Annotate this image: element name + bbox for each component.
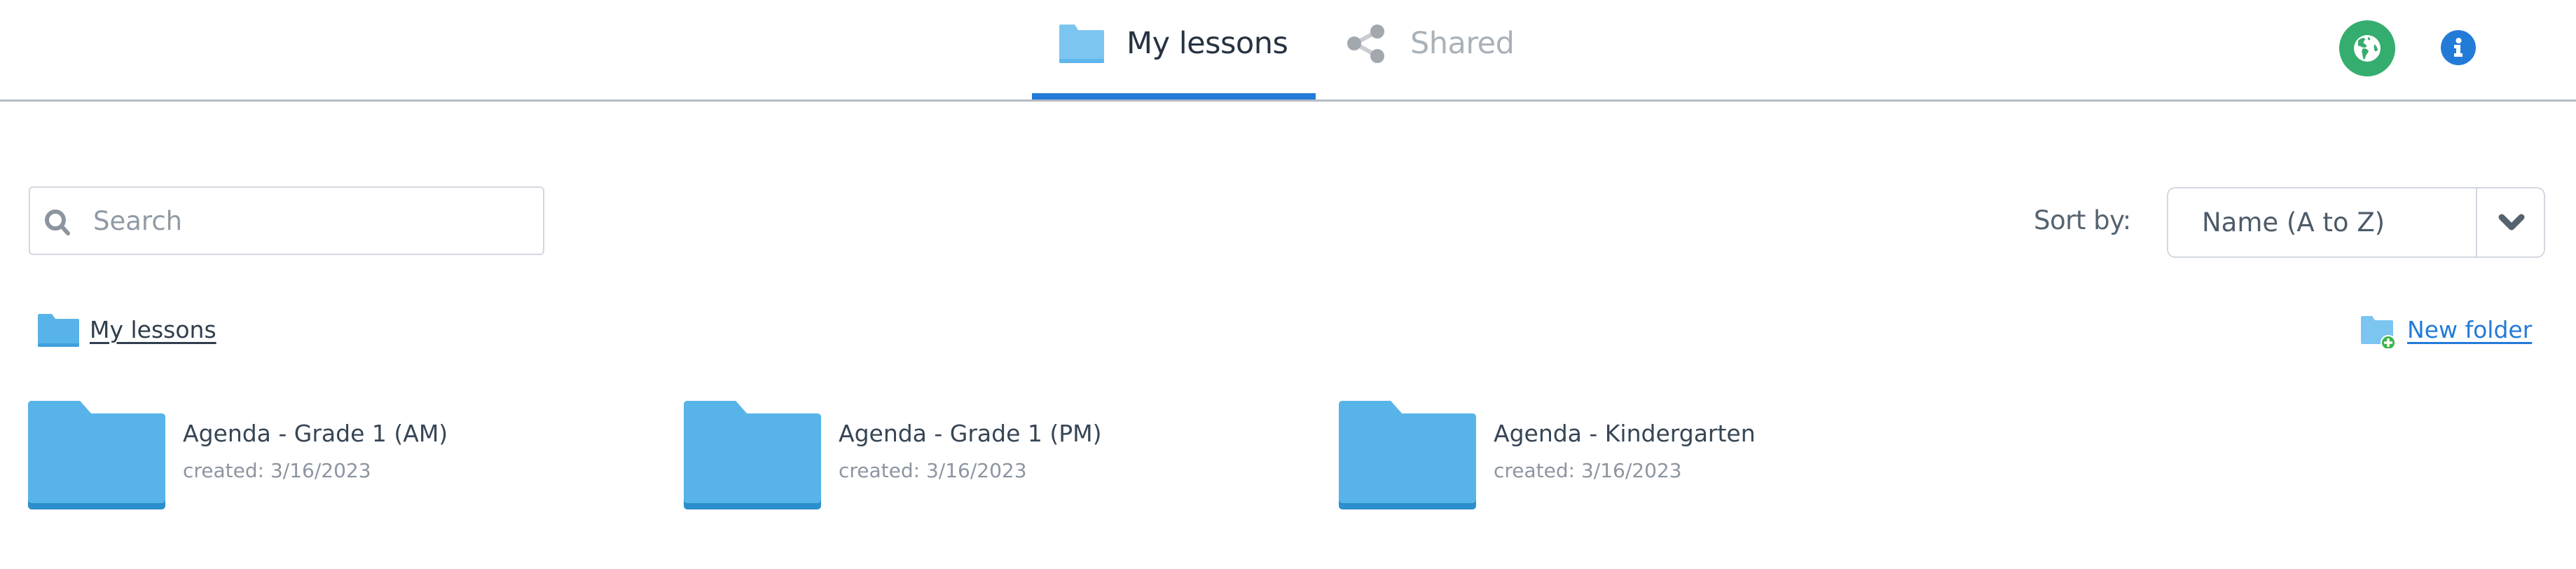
folder-name: Agenda - Kindergarten (1494, 420, 1756, 447)
new-folder-icon (2361, 316, 2396, 348)
folder-item[interactable]: Agenda - Grade 1 (PM) created: 3/16/2023 (684, 401, 1314, 510)
sort-select[interactable]: Name (A to Z) (2167, 187, 2545, 258)
tab-shared[interactable]: Shared (1338, 0, 1520, 100)
tab-my-lessons[interactable]: My lessons (1032, 0, 1316, 100)
folder-name: Agenda - Grade 1 (PM) (839, 420, 1102, 447)
folder-item[interactable]: Agenda - Grade 1 (AM) created: 3/16/2023 (28, 401, 659, 510)
folder-icon (1059, 25, 1104, 63)
folder-icon (38, 314, 79, 347)
tab-label: Shared (1410, 26, 1515, 61)
info-button[interactable] (2441, 30, 2476, 65)
sort-selected-value: Name (A to Z) (2202, 207, 2385, 238)
share-icon (1347, 25, 1384, 63)
active-tab-indicator (1032, 93, 1316, 100)
folder-item[interactable]: Agenda - Kindergarten created: 3/16/2023 (1339, 401, 1969, 510)
globe-icon (2354, 35, 2381, 62)
new-folder-link: New folder (2407, 316, 2533, 343)
folder-icon (684, 401, 821, 509)
sort-divider (2476, 188, 2477, 256)
breadcrumb-link-my-lessons[interactable]: My lessons (90, 315, 216, 345)
sort-by-label: Sort by: (2034, 205, 2131, 235)
folder-created-date: created: 3/16/2023 (183, 459, 371, 482)
folder-icon (1339, 401, 1476, 509)
chevron-down-icon[interactable] (2498, 212, 2526, 233)
language-button[interactable] (2339, 20, 2395, 76)
folder-icon (28, 401, 165, 509)
info-icon (2454, 38, 2463, 57)
tab-label: My lessons (1127, 26, 1288, 61)
search-box[interactable] (29, 186, 544, 255)
search-input[interactable] (93, 200, 528, 241)
folder-created-date: created: 3/16/2023 (1494, 459, 1682, 482)
folder-created-date: created: 3/16/2023 (839, 459, 1027, 482)
header-bar: My lessons Shared (0, 0, 2576, 102)
search-icon (45, 210, 70, 235)
folder-name: Agenda - Grade 1 (AM) (183, 420, 448, 447)
new-folder-button[interactable]: New folder (2361, 312, 2547, 350)
